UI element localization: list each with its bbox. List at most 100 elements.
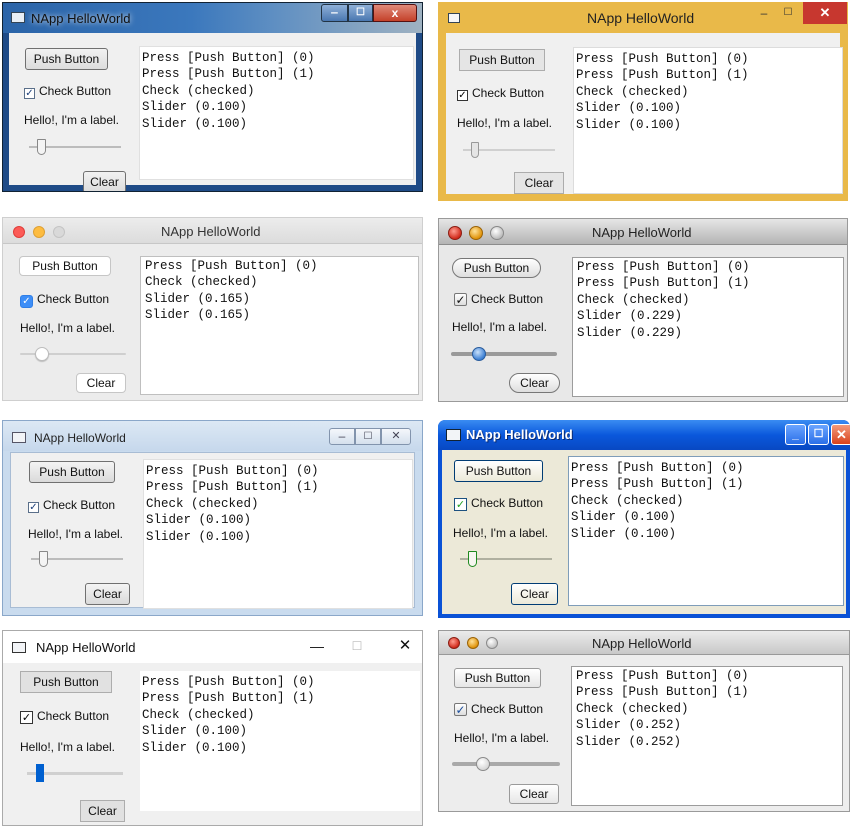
zoom-button[interactable] [490,226,504,240]
slider-thumb[interactable] [476,757,490,771]
check-button[interactable]: ✓ Check Button [454,292,543,306]
text-view-line: Check (checked) [142,707,255,722]
push-button[interactable]: Push Button [20,671,112,693]
slider-thumb[interactable] [37,139,46,155]
maximize-button[interactable]: ☐ [348,4,373,22]
text-view[interactable]: Press [Push Button] (0) Press [Push Butto… [568,456,844,606]
window-content: Push Button ✓ Check Button Hello!, I'm a … [442,450,846,614]
slider[interactable] [31,551,123,567]
text-view[interactable]: Press [Push Button] (0) Press [Push Butto… [573,47,843,194]
minimize-button[interactable]: ‒ [754,5,774,23]
text-view-line: Check (checked) [142,83,255,98]
clear-button[interactable]: Clear [83,171,126,191]
title-bar: NApp HelloWorld [439,219,847,245]
text-view[interactable]: Press [Push Button] (0) Press [Push Butto… [571,666,843,806]
minimize-button[interactable] [469,226,483,240]
minimize-button[interactable] [33,226,45,238]
check-button-label: Check Button [471,496,544,510]
maximize-button[interactable]: ☐ [343,637,371,657]
clear-button[interactable]: Clear [80,800,125,822]
slider-thumb[interactable] [35,347,49,361]
push-button[interactable]: Push Button [454,460,543,482]
clear-button[interactable]: Clear [85,583,130,605]
push-button[interactable]: Push Button [29,461,115,483]
slider-thumb[interactable] [472,347,486,361]
slider-thumb[interactable] [36,764,44,782]
hello-label: Hello!, I'm a label. [452,320,547,334]
maximize-button[interactable]: ☐ [355,428,381,445]
clear-button[interactable]: Clear [509,784,559,804]
clear-button[interactable]: Clear [509,373,560,393]
slider[interactable] [29,139,121,155]
minimize-button[interactable] [467,637,479,649]
slider[interactable] [463,142,555,158]
minimize-button[interactable]: ‒ [321,4,348,22]
push-button[interactable]: Push Button [452,258,541,278]
push-button[interactable]: Push Button [454,668,541,688]
check-button[interactable]: ✓ Check Button [457,86,544,101]
slider[interactable] [27,764,123,782]
hello-label: Hello!, I'm a label. [454,731,549,745]
zoom-button[interactable] [53,226,65,238]
text-view-line: Slider (0.165) [145,291,251,306]
check-button[interactable]: ✓ Check Button [20,292,109,308]
zoom-button[interactable] [486,637,498,649]
hello-label: Hello!, I'm a label. [28,527,123,541]
app-icon [446,429,461,441]
window-windows8: NApp HelloWorld ‒ ☐ ✕ Push Button ✓ Check… [438,2,848,201]
close-button[interactable] [448,226,462,240]
slider[interactable] [451,346,557,362]
slider-thumb[interactable] [471,142,479,158]
text-view[interactable]: Press [Push Button] (0) Press [Push Butto… [140,671,420,811]
close-button[interactable] [448,637,460,649]
maximize-button[interactable]: ☐ [778,5,798,23]
text-view-line: Slider (0.252) [576,734,682,749]
slider[interactable] [20,346,126,362]
text-view-line: Press [Push Button] (1) [146,480,319,495]
text-view[interactable]: Press [Push Button] (0) Press [Push Butto… [139,46,414,180]
close-button[interactable]: ✕ [831,424,850,445]
checkbox-checked-icon: ✓ [454,703,467,717]
slider-thumb[interactable] [39,551,48,567]
slider-thumb[interactable] [468,551,477,567]
clear-button[interactable]: Clear [511,583,558,605]
check-button[interactable]: ✓ Check Button [454,702,543,716]
slider[interactable] [460,551,552,567]
slider-track [452,762,560,766]
window-macos-snow-leopard: NApp HelloWorld Push Button ✓ Check Butto… [438,218,848,402]
text-view-line: Press [Push Button] (0) [571,461,744,475]
check-button[interactable]: ✓ Check Button [454,496,543,511]
clear-button[interactable]: Clear [76,373,126,393]
text-view[interactable]: Press [Push Button] (0) Press [Push Butto… [572,257,844,397]
text-view-line: Check (checked) [571,493,684,508]
push-button[interactable]: Push Button [459,49,545,71]
minimize-button[interactable]: ‒ [329,428,355,445]
text-view[interactable]: Press [Push Button] (0) Press [Push Butto… [143,459,413,609]
app-icon [12,642,26,653]
window-title: NApp HelloWorld [587,10,695,26]
close-button[interactable]: ✕ [391,637,419,657]
check-button-label: Check Button [37,292,110,306]
check-button[interactable]: ✓ Check Button [28,498,115,513]
push-button[interactable]: Push Button [19,256,111,276]
text-view[interactable]: Press [Push Button] (0) Check (checked) Sl… [140,256,419,395]
text-view-line: Press [Push Button] (1) [571,477,744,492]
clear-button[interactable]: Clear [514,172,564,194]
close-button[interactable]: x [373,4,417,22]
minimize-button[interactable]: — [303,637,331,657]
check-button-label: Check Button [472,86,545,100]
push-button[interactable]: Push Button [25,48,108,70]
check-button-label: Check Button [471,292,544,306]
close-button[interactable]: ✕ [803,2,847,24]
maximize-button[interactable]: ☐ [808,424,829,445]
close-button[interactable] [13,226,25,238]
app-icon [11,12,25,23]
window-title: NApp HelloWorld [34,431,126,445]
check-button[interactable]: ✓ Check Button [24,84,111,99]
text-view-line: Slider (0.229) [577,309,683,324]
minimize-button[interactable]: _ [785,424,806,445]
check-button[interactable]: ✓ Check Button [20,709,109,724]
close-button[interactable]: ✕ [381,428,411,445]
text-view-line: Slider (0.100) [576,101,682,116]
slider[interactable] [452,756,560,772]
